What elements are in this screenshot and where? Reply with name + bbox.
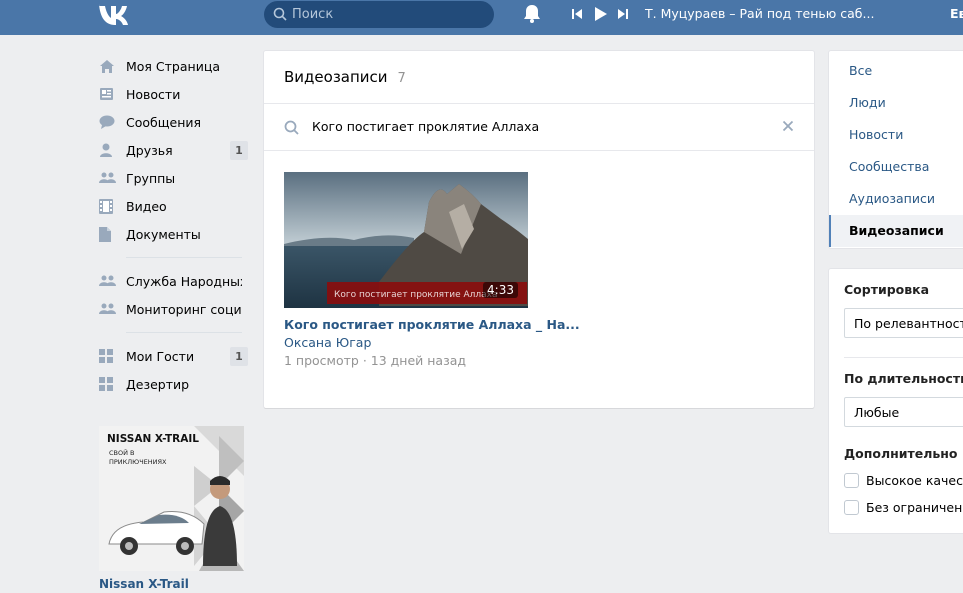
sidebar-group-link[interactable]: Служба Народных..: [96, 267, 248, 295]
tab-news[interactable]: Новости: [829, 119, 963, 151]
sidebar-item-video[interactable]: Видео: [96, 192, 248, 220]
header-search-input[interactable]: [292, 1, 488, 28]
friends-count-badge: 1: [230, 141, 248, 160]
safe-search-checkbox-label[interactable]: Без ограничений: [866, 500, 963, 515]
apps-icon: [99, 349, 113, 363]
sidebar-item-messages[interactable]: Сообщения: [96, 108, 248, 136]
tab-communities[interactable]: Сообщества: [829, 151, 963, 183]
search-icon: [284, 120, 299, 135]
clear-search-icon[interactable]: [782, 120, 794, 132]
hd-checkbox-label[interactable]: Высокое качество: [866, 473, 963, 488]
results-count: 7: [397, 71, 406, 86]
ad-image: NISSAN X-TRAIL СВОЙ В ПРИКЛЮЧЕНИЯХ: [99, 426, 244, 571]
sidebar-item-groups[interactable]: Группы: [96, 164, 248, 192]
sidebar-item-news[interactable]: Новости: [96, 80, 248, 108]
sidebar-item-label: Друзья: [126, 142, 173, 158]
tab-audio[interactable]: Аудиозаписи: [829, 183, 963, 215]
video-search-input[interactable]: Кого постигает проклятие Аллаха: [312, 119, 539, 134]
ad-banner[interactable]: NISSAN X-TRAIL СВОЙ В ПРИКЛЮЧЕНИЯХ: [99, 426, 244, 571]
sidebar-item-label: Сообщения: [126, 114, 202, 130]
top-header: Т. Муцураев – Рай под тенью саб... Ев: [0, 0, 963, 35]
previous-track-icon[interactable]: [571, 8, 583, 20]
home-icon: [100, 59, 114, 73]
sidebar-item-my-page[interactable]: Моя Страница: [96, 52, 248, 80]
panel-header: Видеозаписи 7: [264, 51, 814, 104]
page-title: Видеозаписи: [284, 68, 388, 86]
sidebar-app-deserter[interactable]: Дезертир: [96, 370, 248, 398]
video-icon: [99, 198, 113, 214]
guests-count-badge: 1: [230, 347, 248, 366]
ad-brand: NISSAN X-TRAIL: [107, 433, 199, 445]
sort-select[interactable]: По релевантности: [844, 308, 963, 338]
video-search-row[interactable]: Кого постигает проклятие Аллаха: [264, 104, 814, 151]
sidebar-item-label: Мониторинг соци..: [126, 301, 242, 317]
bell-icon[interactable]: [523, 4, 541, 24]
ad-title[interactable]: Nissan X-Trail: [99, 577, 189, 591]
tab-all[interactable]: Все: [829, 55, 963, 87]
sidebar-item-label: Служба Народных..: [126, 273, 242, 289]
sidebar-item-friends[interactable]: Друзья 1: [96, 136, 248, 164]
safe-search-checkbox[interactable]: [844, 500, 859, 515]
news-icon: [100, 88, 113, 100]
ad-slogan-line2: ПРИКЛЮЧЕНИЯХ: [109, 458, 167, 466]
tab-people[interactable]: Люди: [829, 87, 963, 119]
sidebar-app-guests[interactable]: Мои Гости 1: [96, 342, 248, 370]
user-name[interactable]: Ев: [950, 6, 963, 21]
video-results-panel: Видеозаписи 7 Кого постигает проклятие Ал…: [264, 51, 814, 408]
search-category-tabs: Все Люди Новости Сообщества Аудиозаписи …: [829, 51, 963, 248]
friends-icon: [100, 143, 112, 157]
sort-label: Сортировка: [844, 282, 930, 297]
duration-label: По длительности: [844, 371, 963, 386]
video-author-link[interactable]: Оксана Югар: [284, 335, 371, 350]
sidebar-item-label: Моя Страница: [126, 58, 220, 74]
search-icon: [273, 7, 287, 21]
messages-icon: [99, 115, 115, 129]
ad-slogan-line1: СВОЙ В: [109, 448, 135, 457]
video-overlay-title: Кого постигает проклятие Аллаха: [334, 290, 498, 300]
search-filters: Сортировка По релевантности По длительно…: [829, 269, 963, 533]
vk-logo-icon[interactable]: [97, 3, 133, 25]
sidebar-item-label: Документы: [126, 226, 201, 242]
duration-select[interactable]: Любые: [844, 397, 963, 427]
community-icon: [99, 275, 116, 286]
video-title-link[interactable]: Кого постигает проклятие Аллаха _ На...: [284, 317, 580, 332]
nav-divider: [126, 332, 242, 333]
video-meta: 1 просмотр · 13 дней назад: [284, 353, 467, 368]
video-duration: 4:33: [483, 282, 518, 298]
header-search[interactable]: [264, 1, 494, 28]
video-thumbnail[interactable]: Кого постигает проклятие Аллаха 4:33: [284, 172, 528, 308]
apps-icon: [99, 377, 113, 391]
filter-divider: [844, 357, 963, 358]
sidebar-item-label: Мои Гости: [126, 348, 195, 364]
sidebar-item-label: Видео: [126, 198, 167, 214]
now-playing-track[interactable]: Т. Муцураев – Рай под тенью саб...: [645, 6, 874, 21]
tab-videos[interactable]: Видеозаписи: [829, 215, 963, 247]
sidebar-item-label: Группы: [126, 170, 176, 186]
extra-label: Дополнительно: [844, 446, 958, 461]
documents-icon: [99, 226, 111, 242]
play-icon[interactable]: [594, 6, 608, 22]
next-track-icon[interactable]: [617, 8, 629, 20]
nav-divider: [126, 257, 242, 258]
community-icon: [99, 303, 116, 314]
sidebar-item-documents[interactable]: Документы: [96, 220, 248, 248]
sidebar-item-label: Дезертир: [126, 376, 190, 392]
hd-checkbox[interactable]: [844, 473, 859, 488]
left-sidebar: Моя Страница Новости Сообщения Друзья 1 …: [96, 52, 248, 398]
sidebar-item-label: Новости: [126, 86, 181, 102]
sidebar-group-link[interactable]: Мониторинг соци..: [96, 295, 248, 323]
groups-icon: [99, 172, 116, 183]
